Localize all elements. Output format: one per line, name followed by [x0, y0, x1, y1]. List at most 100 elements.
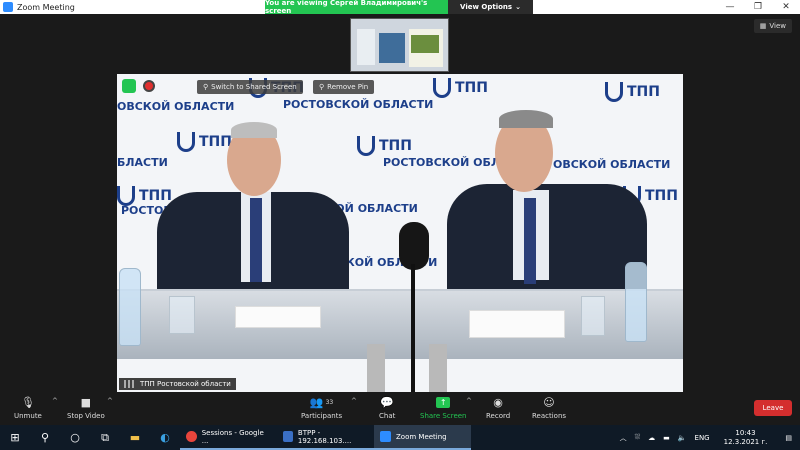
- wall-logo-org: ТПП: [645, 188, 678, 204]
- remote-desktop-icon: [283, 431, 293, 442]
- record-icon: ◉: [493, 395, 503, 409]
- table-leg: [429, 344, 447, 392]
- unmute-button[interactable]: 🎙 Unmute: [14, 394, 42, 421]
- switch-label: Switch to Shared Screen: [211, 83, 297, 91]
- record-label: Record: [486, 412, 511, 420]
- stop-video-button[interactable]: ■ Stop Video: [67, 394, 105, 421]
- wall-logo-region: БЛАСТИ: [117, 154, 168, 170]
- share-screen-icon: ↑: [436, 396, 451, 408]
- view-button[interactable]: ▦ View: [753, 19, 792, 33]
- video-options-caret[interactable]: ^: [107, 397, 113, 405]
- clock-date: 12.3.2021 г.: [723, 437, 768, 446]
- microphone: [399, 222, 429, 270]
- microphone-stand: [411, 264, 415, 392]
- reactions-button[interactable]: ☺ Reactions: [532, 394, 566, 421]
- paper-sheet: [235, 306, 321, 328]
- wall-logo-org: ТПП: [199, 134, 232, 150]
- wall-logo-org: ТПП: [455, 80, 488, 96]
- window-controls: — ❐ ✕: [716, 0, 800, 14]
- table-leg: [367, 344, 385, 392]
- water-glass: [169, 296, 195, 334]
- taskbar-app-label: Zoom Meeting: [396, 432, 447, 441]
- participants-button[interactable]: 👥 33 Participants: [301, 394, 342, 421]
- notifications-icon[interactable]: ▤: [777, 434, 800, 442]
- thumbnail-panel-center: [379, 33, 405, 63]
- windows-taskbar: ⊞ ⚲ ○ ⧉ ▬ ◐ Sessions - Google ... BTPP -…: [0, 425, 800, 450]
- wall-logo-region-text: РОСТОВСКОЙ ОБЛАСТИ: [283, 98, 434, 111]
- chat-label: Chat: [379, 412, 396, 420]
- paper-sheet: [469, 310, 565, 338]
- water-glass: [581, 296, 605, 336]
- zoom-logo-icon: [3, 2, 13, 12]
- thumbnail-panel-left: [357, 29, 375, 65]
- task-view-icon[interactable]: ⧉: [90, 425, 120, 450]
- wall-logo-region: ОВСКОЙ ОБЛАСТИ: [117, 98, 234, 114]
- wall-logo-region: РОСТОВСКОЙ ОБЛАСТИ: [283, 96, 433, 112]
- clock-time: 10:43: [735, 428, 756, 437]
- participant-name-tag: ТПП Ростовской области: [119, 378, 236, 390]
- cloud-icon[interactable]: ☁: [644, 434, 659, 442]
- system-tray: ︿ ⛆ ☁ ▬ 🔈 ENG 10:43 12.3.2021 г. ▤: [616, 425, 800, 450]
- maximize-button[interactable]: ❐: [744, 0, 772, 14]
- thumbnail-image: [411, 35, 439, 53]
- share-options-caret[interactable]: ^: [466, 397, 472, 405]
- wall-logo-region: ОВСКОЙ ОБЛАСТИ: [553, 156, 670, 172]
- wall-logo: ТПП: [605, 82, 660, 102]
- hair: [231, 122, 277, 138]
- chevron-up-icon[interactable]: ︿: [616, 433, 631, 443]
- record-button[interactable]: ◉ Record: [486, 394, 511, 421]
- wall-logo-region-text: ОВСКОЙ ОБЛАСТИ: [553, 158, 671, 171]
- water-bottle: [625, 262, 647, 342]
- wifi-icon[interactable]: ▬: [659, 434, 674, 442]
- volume-icon[interactable]: 🔈: [674, 434, 691, 442]
- clock[interactable]: 10:43 12.3.2021 г.: [714, 429, 778, 447]
- chrome-icon: [186, 431, 197, 442]
- caduceus-icon: [605, 82, 623, 102]
- switch-to-shared-screen-button[interactable]: ⚲ Switch to Shared Screen: [197, 80, 303, 94]
- wall-logo-org: ТПП: [379, 138, 412, 154]
- unmute-label: Unmute: [14, 412, 42, 420]
- caduceus-icon: [177, 132, 195, 152]
- leave-button[interactable]: Leave: [754, 400, 792, 416]
- windows-start-icon[interactable]: ⊞: [0, 425, 30, 450]
- tie: [524, 198, 536, 284]
- close-button[interactable]: ✕: [772, 0, 800, 14]
- security-shield-icon[interactable]: [122, 79, 136, 93]
- remove-pin-label: Remove Pin: [327, 83, 369, 91]
- view-options-button[interactable]: View Options ⌄: [448, 0, 533, 14]
- viewing-text: You are viewing Сергей Владимирович's sc…: [265, 0, 448, 15]
- shared-screen-thumbnail[interactable]: [350, 18, 449, 72]
- grid-icon: ▦: [759, 22, 767, 30]
- taskbar-app-label: BTPP - 192.168.103....: [297, 428, 352, 445]
- file-explorer-icon[interactable]: ▬: [120, 425, 150, 450]
- wall-logo-region-text: ОВСКОЙ ОБЛАСТИ: [117, 100, 235, 113]
- network-settings-icon[interactable]: ⛆: [631, 433, 645, 442]
- wall-logo: ТПП: [433, 78, 488, 98]
- cortana-icon[interactable]: ○: [60, 425, 90, 450]
- taskbar-app-chrome[interactable]: Sessions - Google ...: [180, 425, 277, 450]
- microphone-muted-icon: 🎙: [20, 395, 35, 409]
- zoom-icon: [380, 431, 391, 442]
- view-label: View: [769, 22, 786, 30]
- chat-button[interactable]: 💬 Chat: [379, 394, 396, 421]
- participants-options-caret[interactable]: ^: [351, 397, 357, 405]
- participants-count: 33: [325, 398, 334, 406]
- pin-icon: ⚲: [203, 83, 209, 91]
- edge-browser-icon[interactable]: ◐: [150, 425, 180, 450]
- chat-icon: 💬: [380, 395, 395, 409]
- remove-pin-button[interactable]: ⚲ Remove Pin: [313, 80, 375, 94]
- meeting-toolbar: 🎙 Unmute ^ ■ Stop Video ^ 👥 33 Participa…: [0, 392, 800, 425]
- wall-logo: ТПП: [357, 136, 412, 156]
- search-icon[interactable]: ⚲: [30, 425, 60, 450]
- meeting-stage: ▦ View ТПП РОСТОВСКОЙ ОБЛАСТИ ТПП ТПП ОВ…: [0, 14, 800, 392]
- chevron-down-icon: ⌄: [515, 3, 521, 11]
- taskbar-app-remote[interactable]: BTPP - 192.168.103....: [277, 425, 374, 450]
- pin-icon: ⚲: [319, 83, 325, 91]
- reactions-icon: ☺: [543, 395, 555, 409]
- audio-options-caret[interactable]: ^: [52, 397, 58, 405]
- pinned-video[interactable]: ТПП РОСТОВСКОЙ ОБЛАСТИ ТПП ТПП ОВСКОЙ ОБ…: [117, 74, 683, 392]
- minimize-button[interactable]: —: [716, 0, 744, 14]
- share-screen-button[interactable]: ↑ Share Screen: [420, 394, 467, 420]
- language-indicator[interactable]: ENG: [691, 434, 714, 442]
- taskbar-app-zoom[interactable]: Zoom Meeting: [374, 425, 471, 450]
